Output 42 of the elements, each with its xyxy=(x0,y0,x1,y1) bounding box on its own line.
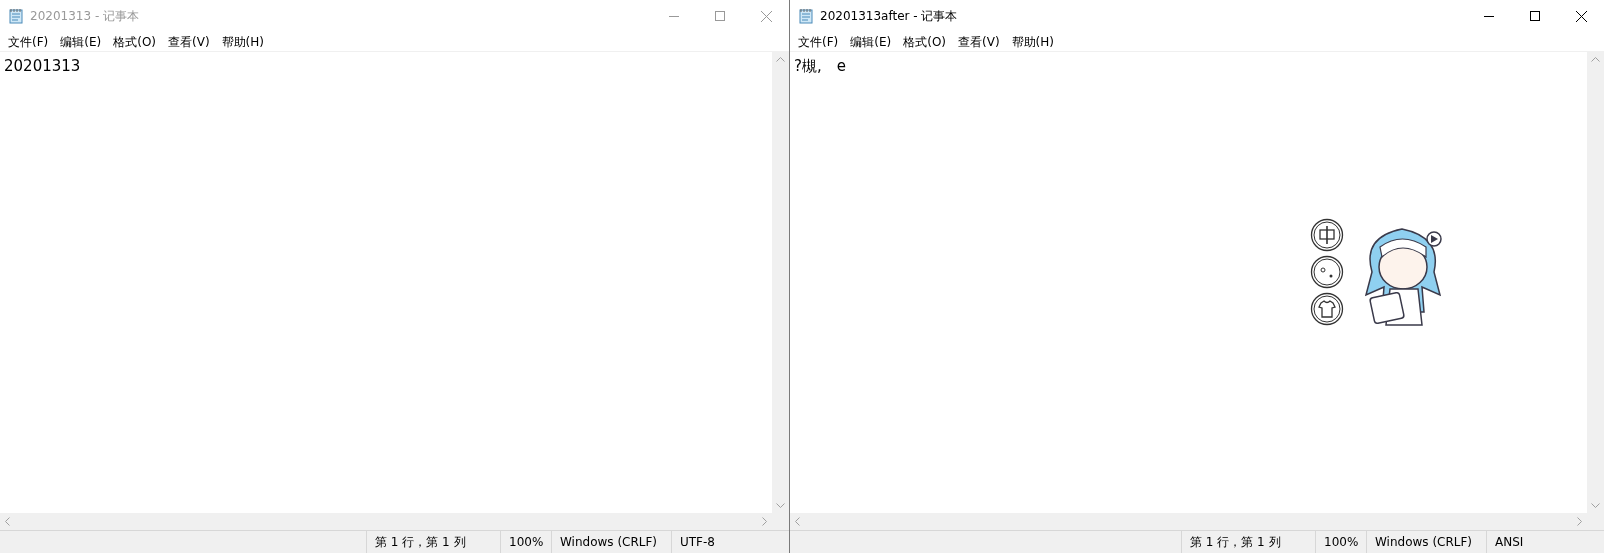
notepad-icon xyxy=(798,8,814,24)
scroll-right-icon[interactable] xyxy=(1577,517,1582,526)
menu-item[interactable]: 文件(F) xyxy=(792,32,845,51)
scroll-down-icon[interactable] xyxy=(1591,503,1600,508)
scroll-right-icon[interactable] xyxy=(762,517,767,526)
shirt-icon[interactable] xyxy=(1310,292,1344,326)
window-title: 20201313 - 记事本 xyxy=(30,8,140,25)
menu-item[interactable]: 帮助(H) xyxy=(1005,32,1060,51)
status-text: 100% xyxy=(509,534,544,551)
status-text: 第 1 行，第 1 列 xyxy=(1190,534,1281,551)
scroll-up-icon[interactable] xyxy=(1591,57,1600,62)
horizontal-scrollbar[interactable] xyxy=(790,513,1604,530)
horizontal-scrollbar[interactable] xyxy=(0,513,789,530)
language-icon[interactable] xyxy=(1310,218,1344,252)
menu-item[interactable]: 格式(O) xyxy=(897,32,953,51)
status-text: Windows (CRLF) xyxy=(560,534,658,551)
document-text: ?槻, e xyxy=(794,56,846,77)
vertical-scrollbar[interactable] xyxy=(1587,52,1604,513)
scroll-down-icon[interactable] xyxy=(776,503,785,508)
menu-item[interactable]: 帮助(H) xyxy=(215,32,270,51)
status-text: Windows (CRLF) xyxy=(1375,534,1473,551)
menu-item[interactable]: 格式(O) xyxy=(107,32,163,51)
maximize-icon xyxy=(715,11,725,21)
notepad-icon xyxy=(8,8,24,24)
status-text: 100% xyxy=(1324,534,1359,551)
scroll-up-icon[interactable] xyxy=(776,57,785,62)
scroll-left-icon[interactable] xyxy=(5,517,10,526)
status-text: 第 1 行，第 1 列 xyxy=(375,534,466,551)
window-title: 20201313after - 记事本 xyxy=(820,8,958,25)
close-icon xyxy=(760,10,772,22)
menu-item[interactable]: 文件(F) xyxy=(2,32,55,51)
maximize-icon xyxy=(1530,11,1540,21)
close-icon xyxy=(1575,10,1587,22)
menu-item[interactable]: 编辑(E) xyxy=(844,32,898,51)
status-text: UTF-8 xyxy=(680,534,715,551)
vertical-scrollbar[interactable] xyxy=(772,52,789,513)
scroll-left-icon[interactable] xyxy=(795,517,800,526)
menu-item[interactable]: 编辑(E) xyxy=(54,32,108,51)
menu-item[interactable]: 查看(V) xyxy=(952,32,1006,51)
menu-item[interactable]: 查看(V) xyxy=(162,32,216,51)
status-text: ANSI xyxy=(1495,534,1524,551)
document-text: 20201313 xyxy=(4,56,81,77)
